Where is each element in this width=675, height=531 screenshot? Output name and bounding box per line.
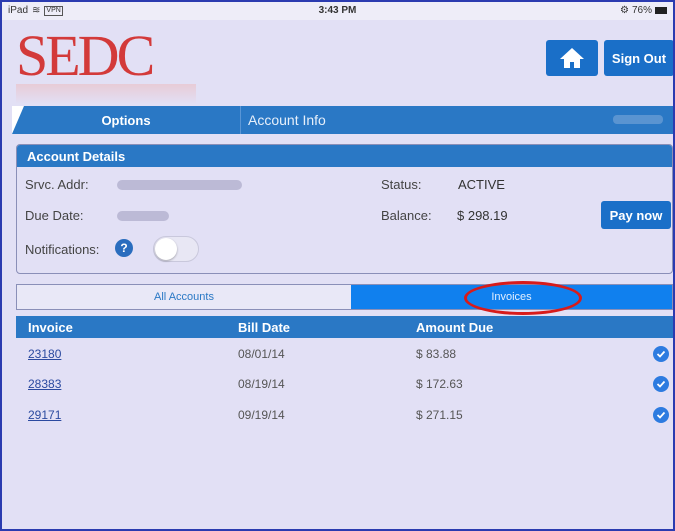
status-bar: iPad ≋ VPN 3:43 PM ⚙ 76%: [2, 2, 673, 20]
rotation-lock-icon: ⚙: [620, 5, 629, 16]
home-button[interactable]: [546, 40, 598, 76]
nav-tab-notch: [12, 106, 24, 134]
account-details-panel: Account Details Srvc. Addr: Due Date: No…: [16, 144, 673, 274]
table-row[interactable]: 23180 08/01/14 $ 83.88: [16, 339, 673, 369]
table-row[interactable]: 29171 09/19/14 $ 271.15: [16, 400, 673, 430]
amount-due: $ 271.15: [416, 408, 463, 422]
app-frame: iPad ≋ VPN 3:43 PM ⚙ 76% SEDC Sign Out O…: [0, 0, 675, 531]
toggle-knob: [155, 238, 177, 260]
status-time: 3:43 PM: [318, 5, 357, 16]
sign-out-button[interactable]: Sign Out: [604, 40, 673, 76]
status-label: Status:: [381, 177, 422, 192]
home-icon: [560, 48, 584, 68]
invoice-table-header: Invoice Bill Date Amount Due: [16, 316, 673, 338]
tab-all-accounts[interactable]: All Accounts: [17, 285, 351, 309]
account-details-title: Account Details: [17, 145, 672, 167]
amount-due: $ 172.63: [416, 377, 463, 391]
nav-divider: [240, 106, 241, 134]
logo-reflection: [16, 84, 196, 104]
invoice-link[interactable]: 29171: [28, 408, 61, 422]
status-right: ⚙ 76%: [620, 5, 667, 16]
status-value: ACTIVE: [458, 177, 505, 192]
logo: SEDC: [16, 23, 155, 88]
redacted-address: [117, 180, 242, 190]
balance-label: Balance:: [381, 208, 432, 223]
battery-icon: [655, 7, 667, 14]
highlight-ellipse: [464, 281, 582, 315]
invoice-link[interactable]: 23180: [28, 347, 61, 361]
amount-due: $ 83.88: [416, 347, 457, 361]
nav-bar: Options Account Info: [12, 106, 673, 134]
invoice-link[interactable]: 28383: [28, 377, 61, 391]
battery-percent: 76%: [631, 5, 652, 16]
table-row[interactable]: 28383 08/19/14 $ 172.63: [16, 369, 673, 399]
balance-value: $ 298.19: [457, 208, 508, 223]
tab-account-info[interactable]: Account Info: [248, 106, 326, 134]
bill-date: 09/19/14: [238, 408, 285, 422]
column-header-amount-due: Amount Due: [416, 320, 494, 335]
due-date-label: Due Date:: [25, 208, 84, 223]
notifications-label: Notifications:: [25, 242, 100, 257]
pay-now-button[interactable]: Pay now: [601, 201, 671, 229]
check-icon[interactable]: [653, 376, 669, 392]
redacted-due-date: [117, 211, 169, 221]
redacted-text: [613, 115, 663, 124]
help-icon[interactable]: ?: [115, 239, 133, 257]
tab-options[interactable]: Options: [12, 106, 240, 134]
bill-date: 08/19/14: [238, 377, 285, 391]
bill-date: 08/01/14: [238, 347, 285, 361]
column-header-bill-date: Bill Date: [238, 320, 291, 335]
srvc-addr-label: Srvc. Addr:: [25, 177, 89, 192]
header: SEDC Sign Out: [2, 20, 673, 106]
notifications-toggle[interactable]: [153, 236, 199, 262]
check-icon[interactable]: [653, 346, 669, 362]
check-icon[interactable]: [653, 407, 669, 423]
column-header-invoice: Invoice: [28, 320, 73, 335]
